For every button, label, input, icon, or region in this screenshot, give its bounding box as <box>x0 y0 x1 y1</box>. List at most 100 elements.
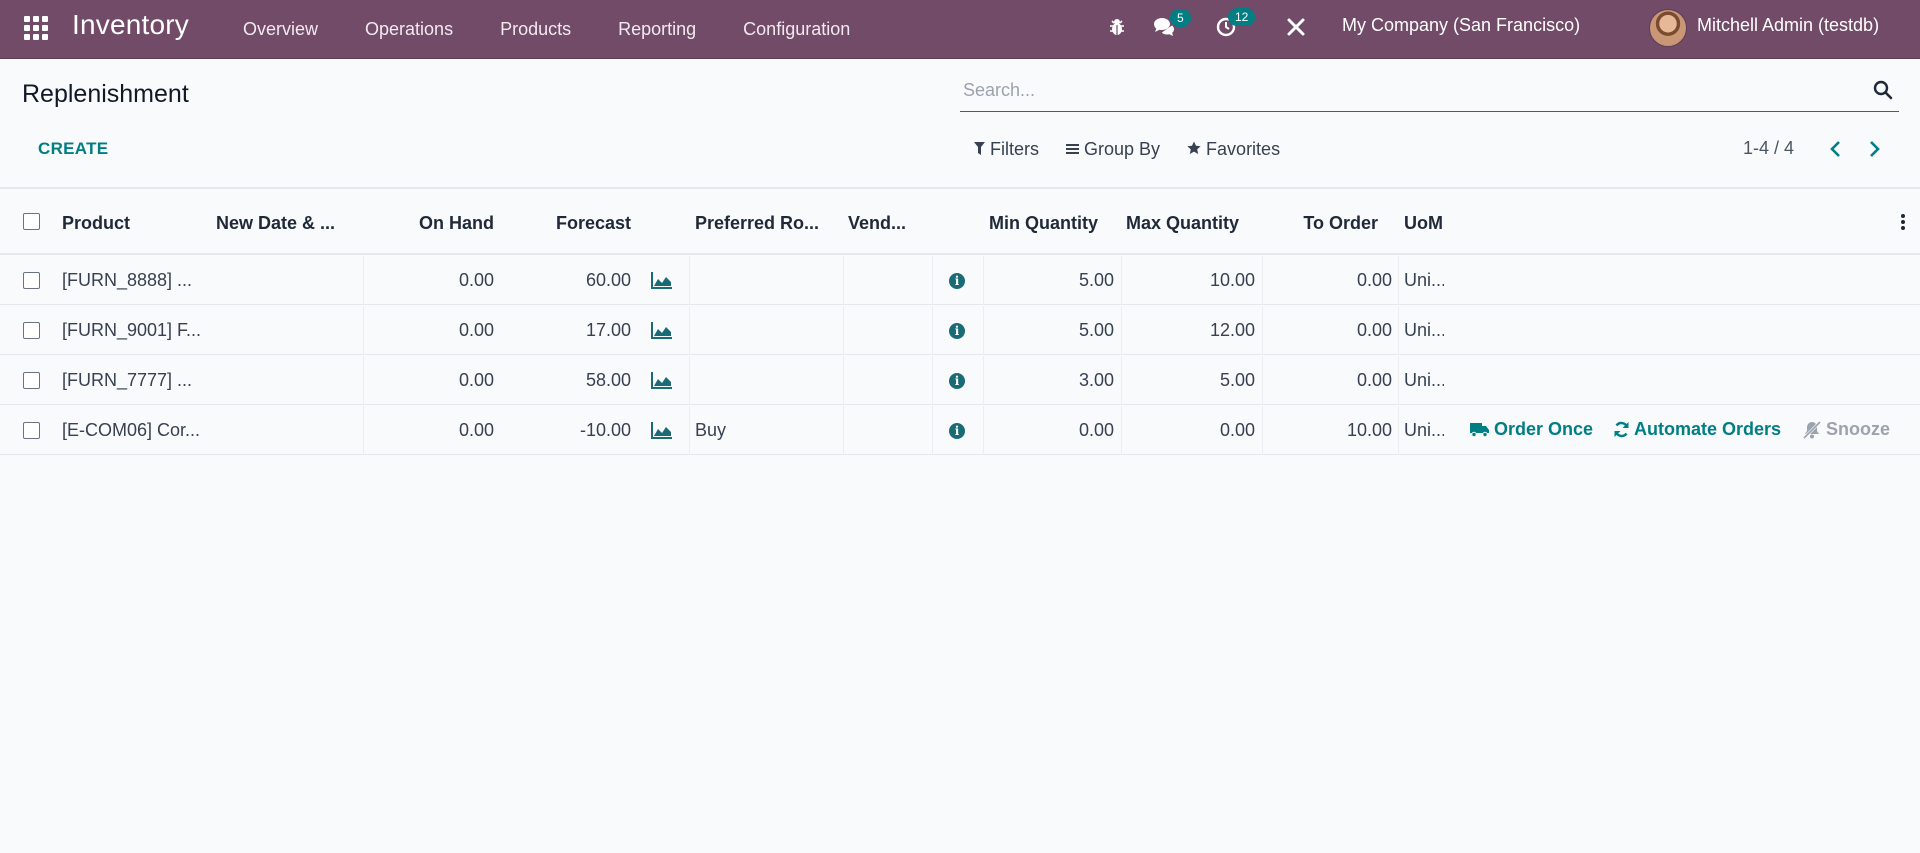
forecast-cell: 60.00 <box>585 270 631 290</box>
create-button[interactable]: CREATE <box>38 139 108 159</box>
search-options: Filters Group By Favorites <box>974 139 1307 160</box>
col-to-order[interactable]: To Order <box>1270 213 1378 234</box>
col-vendor[interactable]: Vend... <box>848 213 906 234</box>
bug-icon[interactable] <box>1103 13 1131 41</box>
select-all-checkbox[interactable] <box>23 213 40 230</box>
col-max-quantity[interactable]: Max Quantity <box>1126 213 1239 234</box>
min-qty-cell[interactable]: 3.00 <box>990 370 1114 391</box>
filters-label: Filters <box>990 139 1039 159</box>
menu-item-reporting[interactable]: Reporting <box>618 19 696 40</box>
uom-cell: Uni... <box>1404 370 1444 390</box>
chevron-left-icon[interactable] <box>1823 137 1847 161</box>
min-qty-cell[interactable]: 0.00 <box>990 420 1114 441</box>
snooze-button[interactable]: Snooze <box>1802 419 1890 440</box>
apps-grid-icon[interactable] <box>22 14 50 42</box>
col-forecast[interactable]: Forecast <box>520 213 631 234</box>
row-checkbox[interactable] <box>23 322 40 339</box>
filters-button[interactable]: Filters <box>974 139 1039 160</box>
top-navbar: Inventory Overview Operations Products R… <box>0 0 1920 59</box>
forecast-cell: 17.00 <box>585 320 631 340</box>
user-avatar[interactable] <box>1649 9 1687 47</box>
max-qty-cell[interactable]: 10.00 <box>1130 270 1255 291</box>
on-hand-cell: 0.00 <box>458 370 494 390</box>
menu-item-overview[interactable]: Overview <box>243 19 318 40</box>
truck-icon <box>1470 422 1490 437</box>
product-cell[interactable]: [FURN_7777] ... <box>62 370 202 391</box>
forecast-cell: -10.00 <box>579 420 631 440</box>
snooze-label: Snooze <box>1826 419 1891 439</box>
chevron-right-icon[interactable] <box>1863 137 1887 161</box>
group-by-label: Group By <box>1084 139 1161 159</box>
col-new-date[interactable]: New Date & ... <box>216 213 335 234</box>
max-qty-cell[interactable]: 5.00 <box>1130 370 1255 391</box>
area-chart-icon[interactable] <box>651 421 673 439</box>
table-row[interactable]: [FURN_9001] F... 0.00 17.00 i 5.00 12.00… <box>0 306 1920 355</box>
info-icon[interactable]: i <box>949 323 965 339</box>
favorites-label: Favorites <box>1206 139 1281 159</box>
search-bar <box>960 72 1899 112</box>
app-title[interactable]: Inventory <box>72 9 189 41</box>
on-hand-cell: 0.00 <box>458 270 494 290</box>
bell-slash-icon <box>1802 420 1822 439</box>
max-qty-cell[interactable]: 12.00 <box>1130 320 1255 341</box>
menu-item-operations[interactable]: Operations <box>365 19 453 40</box>
col-on-hand[interactable]: On Hand <box>380 213 494 234</box>
row-checkbox[interactable] <box>23 372 40 389</box>
row-checkbox[interactable] <box>23 422 40 439</box>
info-icon[interactable]: i <box>949 423 965 439</box>
search-icon[interactable] <box>1873 80 1893 100</box>
table-row[interactable]: [FURN_7777] ... 0.00 58.00 i 3.00 5.00 0… <box>0 356 1920 405</box>
on-hand-cell: 0.00 <box>458 420 494 440</box>
favorites-button[interactable]: Favorites <box>1187 139 1280 160</box>
menu-item-products[interactable]: Products <box>500 19 571 40</box>
to-order-cell[interactable]: 0.00 <box>1270 270 1392 291</box>
table-header: Product New Date & ... On Hand Forecast … <box>0 189 1920 255</box>
star-icon <box>1187 141 1201 158</box>
info-icon[interactable]: i <box>949 273 965 289</box>
group-by-button[interactable]: Group By <box>1066 139 1160 160</box>
area-chart-icon[interactable] <box>651 271 673 289</box>
row-checkbox[interactable] <box>23 272 40 289</box>
main-menu: Overview Operations Products Reporting C… <box>243 0 897 59</box>
tools-icon[interactable] <box>1282 13 1310 41</box>
page-title: Replenishment <box>22 80 189 108</box>
max-qty-cell[interactable]: 0.00 <box>1130 420 1255 441</box>
to-order-cell[interactable]: 10.00 <box>1270 420 1392 441</box>
optional-columns-icon[interactable] <box>1900 213 1906 231</box>
min-qty-cell[interactable]: 5.00 <box>990 270 1114 291</box>
search-input[interactable] <box>960 72 1840 108</box>
col-min-quantity[interactable]: Min Quantity <box>989 213 1098 234</box>
col-uom[interactable]: UoM <box>1404 213 1443 234</box>
to-order-cell[interactable]: 0.00 <box>1270 320 1392 341</box>
info-icon[interactable]: i <box>949 373 965 389</box>
table-row[interactable]: [E-COM06] Cor... 0.00 -10.00 Buy i 0.00 … <box>0 406 1920 455</box>
messages-count-badge: 5 <box>1170 9 1191 27</box>
user-menu[interactable]: Mitchell Admin (testdb) <box>1697 15 1879 36</box>
col-product[interactable]: Product <box>62 213 130 234</box>
min-qty-cell[interactable]: 5.00 <box>990 320 1114 341</box>
route-cell[interactable]: Buy <box>695 420 726 441</box>
automate-orders-button[interactable]: Automate Orders <box>1613 419 1781 440</box>
company-switcher[interactable]: My Company (San Francisco) <box>1342 15 1580 36</box>
col-preferred-route[interactable]: Preferred Ro... <box>695 213 819 234</box>
automate-orders-label: Automate Orders <box>1634 419 1782 439</box>
order-once-button[interactable]: Order Once <box>1470 419 1593 440</box>
to-order-cell[interactable]: 0.00 <box>1270 370 1392 391</box>
table-row[interactable]: [FURN_8888] ... 0.00 60.00 i 5.00 10.00 … <box>0 256 1920 305</box>
forecast-cell: 58.00 <box>585 370 631 390</box>
menu-item-configuration[interactable]: Configuration <box>743 19 850 40</box>
product-cell[interactable]: [FURN_8888] ... <box>62 270 202 291</box>
product-cell[interactable]: [E-COM06] Cor... <box>62 420 202 441</box>
activities-count-badge: 12 <box>1228 8 1256 26</box>
funnel-icon <box>974 141 985 158</box>
refresh-icon <box>1613 421 1630 438</box>
order-once-label: Order Once <box>1494 419 1594 439</box>
pager-value[interactable]: 1-4 / 4 <box>1743 138 1794 159</box>
on-hand-cell: 0.00 <box>458 320 494 340</box>
area-chart-icon[interactable] <box>651 321 673 339</box>
uom-cell: Uni... <box>1404 420 1444 440</box>
uom-cell: Uni... <box>1404 270 1444 290</box>
product-cell[interactable]: [FURN_9001] F... <box>62 320 202 341</box>
area-chart-icon[interactable] <box>651 371 673 389</box>
uom-cell: Uni... <box>1404 320 1444 340</box>
